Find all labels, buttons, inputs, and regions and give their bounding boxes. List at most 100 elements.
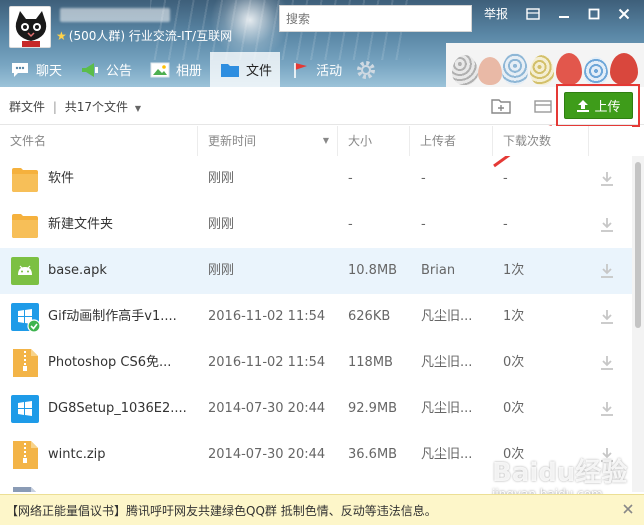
table-row[interactable]: DG8Setup_1036E2.... 2014-07-30 20:44 92.9M… xyxy=(0,386,632,432)
skin-icon[interactable] xyxy=(526,7,540,21)
report-link[interactable]: 举报 xyxy=(484,6,508,22)
file-downloads: - xyxy=(503,171,508,186)
tab-announcement[interactable]: 公告 xyxy=(70,52,140,87)
breadcrumb: 群文件 | 共17个文件 ▼ xyxy=(9,98,141,115)
file-time: 2016-11-02 11:54 xyxy=(208,355,326,370)
download-icon[interactable] xyxy=(598,400,616,418)
exe-file-checked-icon xyxy=(11,303,40,332)
download-icon[interactable] xyxy=(598,354,616,372)
notice-bar: 【网络正能量倡议书】腾讯呼吁网友共建绿色QQ群 抵制色情、反动等违法信息。 xyxy=(0,494,644,525)
window-controls: 举报 xyxy=(484,6,630,22)
file-downloads: 0次 xyxy=(503,401,525,416)
scrollbar-thumb[interactable] xyxy=(635,162,641,328)
file-uploader[interactable]: 凡尘旧... xyxy=(421,386,491,432)
file-name[interactable]: 新建文件夹 xyxy=(48,202,194,248)
breadcrumb-root[interactable]: 群文件 xyxy=(9,100,45,114)
column-header-downloads[interactable]: 下载次数 xyxy=(493,126,589,156)
file-uploader[interactable]: Brian xyxy=(421,248,491,294)
group-subtitle: ★ (500人群) 行业交流-IT/互联网 xyxy=(56,28,233,44)
file-uploader[interactable]: - xyxy=(421,202,491,248)
group-avatar[interactable] xyxy=(9,6,51,48)
column-header-size[interactable]: 大小 xyxy=(338,126,410,156)
table-row[interactable]: 软件 刚刚 - - - xyxy=(0,156,632,202)
maximize-icon[interactable] xyxy=(588,8,600,20)
file-name[interactable]: DG8Setup_1036E2.... xyxy=(48,386,194,432)
tab-album[interactable]: 相册 xyxy=(140,52,210,87)
file-size: - xyxy=(348,171,353,186)
file-name[interactable]: wintc.zip xyxy=(48,432,194,478)
table-row[interactable]: 新建文件夹 刚刚 - - - xyxy=(0,202,632,248)
file-name[interactable]: 解决电脑右击不能新... xyxy=(48,478,194,492)
folder-icon xyxy=(221,63,240,77)
file-uploader[interactable]: - xyxy=(421,156,491,202)
download-icon[interactable] xyxy=(598,308,616,326)
file-name[interactable]: Photoshop CS6免... xyxy=(48,340,194,386)
file-uploader[interactable]: 凡尘旧... xyxy=(421,478,491,492)
download-icon[interactable] xyxy=(598,262,616,280)
file-size: 92.9MB xyxy=(348,401,398,416)
exe-file-icon xyxy=(11,395,39,423)
settings-gear-icon[interactable] xyxy=(354,58,378,82)
tab-chat[interactable]: 聊天 xyxy=(0,52,70,87)
file-table-body: 软件 刚刚 - - - 新建文件夹 刚刚 - - - base.apk 刚刚 10.8MB Brian 1次… xyxy=(0,156,632,492)
download-icon[interactable] xyxy=(598,216,616,234)
group-name-redacted xyxy=(60,8,170,22)
file-size: 626KB xyxy=(348,309,391,324)
zip-file-icon xyxy=(13,441,38,469)
file-time: 2014-07-30 20:44 xyxy=(208,447,326,462)
file-size: 118MB xyxy=(348,355,393,370)
document-file-icon xyxy=(13,487,36,492)
notice-text[interactable]: 【网络正能量倡议书】腾讯呼吁网友共建绿色QQ群 抵制色情、反动等违法信息。 xyxy=(6,502,437,519)
scrollbar[interactable] xyxy=(632,156,644,492)
group-tabs: 聊天 公告 相册 文件 活动 xyxy=(0,52,378,87)
chat-icon xyxy=(12,62,28,77)
chevron-down-icon[interactable]: ▼ xyxy=(135,104,141,113)
table-row[interactable]: Photoshop CS6免... 2016-11-02 11:54 118MB 凡尘… xyxy=(0,340,632,386)
file-downloads: 1次 xyxy=(503,309,525,324)
upload-icon xyxy=(577,99,590,112)
file-downloads: 1次 xyxy=(503,263,525,278)
upload-button[interactable]: 上传 xyxy=(564,92,633,119)
search-input[interactable] xyxy=(279,5,472,32)
file-name[interactable]: Gif动画制作高手v1.... xyxy=(48,294,194,340)
file-time: 2016-11-02 11:54 xyxy=(208,309,326,324)
file-size: 10.8MB xyxy=(348,263,398,278)
file-name[interactable]: base.apk xyxy=(48,248,194,294)
file-size: 36.6MB xyxy=(348,447,398,462)
table-row[interactable]: base.apk 刚刚 10.8MB Brian 1次 xyxy=(0,248,632,294)
table-row[interactable]: Gif动画制作高手v1.... 2016-11-02 11:54 626KB 凡尘旧.… xyxy=(0,294,632,340)
file-name[interactable]: 软件 xyxy=(48,156,194,202)
tab-activity[interactable]: 活动 xyxy=(280,52,350,87)
announcement-icon xyxy=(82,62,99,77)
minimize-icon[interactable] xyxy=(558,8,570,20)
download-icon[interactable] xyxy=(598,170,616,188)
column-header-time[interactable]: 更新时间 ▼ xyxy=(198,126,338,156)
file-downloads: 0次 xyxy=(503,355,525,370)
file-table-header: 文件名 更新时间 ▼ 大小 上传者 下载次数 xyxy=(0,126,632,156)
file-size: - xyxy=(348,217,353,232)
column-header-name[interactable]: 文件名 xyxy=(0,126,198,156)
column-header-uploader[interactable]: 上传者 xyxy=(410,126,493,156)
tab-files[interactable]: 文件 xyxy=(210,52,281,87)
folder-icon xyxy=(12,168,38,192)
file-time: 2014-07-14 21:07 xyxy=(208,478,336,492)
file-count-dropdown[interactable]: 共17个文件 xyxy=(65,100,128,114)
file-uploader[interactable]: 凡尘旧... xyxy=(421,432,491,478)
cat-avatar-icon xyxy=(10,7,50,47)
star-icon: ★ xyxy=(56,28,67,43)
file-uploader[interactable]: 凡尘旧... xyxy=(421,294,491,340)
zip-file-icon xyxy=(13,349,38,377)
file-downloads: - xyxy=(503,217,508,232)
file-time: 2014-07-30 20:44 xyxy=(208,401,326,416)
file-uploader[interactable]: 凡尘旧... xyxy=(421,340,491,386)
folder-icon xyxy=(12,214,38,238)
file-time: 刚刚 xyxy=(208,171,235,186)
notice-close-icon[interactable] xyxy=(622,503,634,515)
file-manage-icon[interactable] xyxy=(532,96,554,116)
ad-banner-image[interactable] xyxy=(446,43,644,87)
flag-icon xyxy=(294,62,308,78)
close-icon[interactable] xyxy=(618,8,630,20)
apk-file-icon xyxy=(11,257,39,285)
new-folder-icon[interactable] xyxy=(490,96,512,116)
file-size: 380B xyxy=(348,478,408,492)
